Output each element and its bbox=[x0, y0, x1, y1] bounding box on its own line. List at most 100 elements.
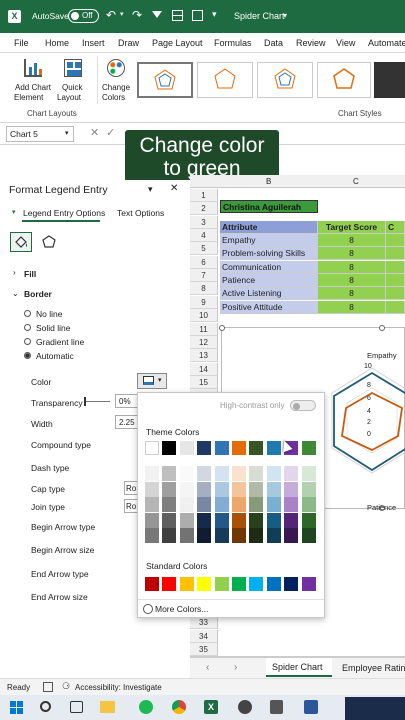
theme-swatch[interactable] bbox=[266, 441, 281, 455]
fill-section-label[interactable]: Fill bbox=[24, 269, 36, 279]
windows-start-icon[interactable] bbox=[10, 701, 23, 714]
theme-shade-swatch[interactable] bbox=[214, 497, 229, 512]
tab-file[interactable]: File bbox=[14, 38, 29, 48]
width-input[interactable]: 2.25 bbox=[115, 415, 139, 429]
cell-target-score[interactable]: 8 bbox=[318, 234, 386, 247]
change-colors-button[interactable]: Change Colors bbox=[97, 56, 133, 104]
pane-options-dropdown-icon[interactable]: ▾ bbox=[148, 184, 153, 195]
quick-layout-button[interactable]: Quick Layout bbox=[57, 56, 91, 104]
cell-attribute[interactable]: Positive Attitude bbox=[220, 300, 318, 314]
cell-extra[interactable] bbox=[386, 274, 405, 288]
cell-attribute[interactable]: Problem-solving Skills bbox=[220, 247, 318, 261]
row-header[interactable]: 12 bbox=[190, 335, 218, 349]
table-icon[interactable] bbox=[172, 10, 183, 21]
row-header[interactable]: 4 bbox=[190, 229, 218, 243]
row-header[interactable]: 3 bbox=[190, 215, 218, 229]
cell-target-score[interactable]: 8 bbox=[318, 260, 386, 274]
standard-swatch[interactable] bbox=[232, 577, 246, 591]
col-header-c[interactable]: C bbox=[353, 177, 359, 186]
border-section-label[interactable]: Border bbox=[24, 289, 52, 299]
theme-shade-swatch[interactable] bbox=[301, 528, 316, 543]
tab-formulas[interactable]: Formulas bbox=[214, 38, 252, 48]
theme-shade-swatch[interactable] bbox=[249, 528, 264, 543]
theme-swatch[interactable] bbox=[232, 441, 246, 455]
undo-icon[interactable]: ↶ bbox=[106, 8, 116, 22]
radio-gradient-line[interactable] bbox=[24, 338, 31, 345]
row-header[interactable]: 2 bbox=[190, 202, 218, 216]
chart-style-1[interactable] bbox=[137, 62, 193, 98]
standard-swatch[interactable] bbox=[284, 577, 299, 591]
theme-shade-swatch[interactable] bbox=[145, 512, 159, 528]
standard-swatch[interactable] bbox=[162, 577, 177, 591]
grid-icon[interactable] bbox=[192, 10, 203, 21]
theme-shade-swatch[interactable] bbox=[232, 528, 246, 543]
theme-shade-swatch[interactable] bbox=[197, 497, 212, 512]
tab-review[interactable]: Review bbox=[296, 38, 326, 48]
theme-shade-swatch[interactable] bbox=[249, 497, 264, 512]
radio-automatic[interactable] bbox=[24, 352, 31, 359]
row-header[interactable]: 14 bbox=[190, 362, 218, 376]
tab-draw[interactable]: Draw bbox=[118, 38, 139, 48]
cell-extra[interactable] bbox=[386, 287, 405, 301]
theme-shade-swatch[interactable] bbox=[266, 466, 281, 481]
theme-swatch[interactable] bbox=[145, 441, 159, 455]
theme-swatch[interactable] bbox=[162, 441, 177, 455]
row-header[interactable]: 7 bbox=[190, 269, 218, 283]
theme-shade-swatch[interactable] bbox=[214, 512, 229, 528]
excel-taskbar-icon[interactable]: X bbox=[204, 700, 218, 714]
spotify-icon[interactable] bbox=[139, 700, 153, 714]
cell-target-score[interactable]: 8 bbox=[318, 247, 386, 261]
fill-line-icon[interactable] bbox=[10, 232, 32, 252]
app-icon[interactable] bbox=[238, 700, 252, 714]
theme-shade-swatch[interactable] bbox=[162, 497, 177, 512]
name-box-dropdown-icon[interactable]: ▾ bbox=[65, 129, 69, 137]
theme-shade-swatch[interactable] bbox=[179, 481, 194, 497]
theme-swatch[interactable] bbox=[214, 441, 229, 455]
theme-shade-swatch[interactable] bbox=[145, 528, 159, 543]
sheet-prev-icon[interactable]: ‹ bbox=[206, 662, 209, 673]
calculator-icon[interactable] bbox=[270, 700, 283, 714]
radio-no-line[interactable] bbox=[24, 310, 31, 317]
outline-color-button[interactable]: ▾ bbox=[137, 373, 167, 389]
macro-record-icon[interactable] bbox=[43, 682, 53, 692]
standard-swatch[interactable] bbox=[179, 577, 194, 591]
chart-style-4[interactable] bbox=[317, 62, 371, 98]
theme-shade-swatch[interactable] bbox=[301, 481, 316, 497]
accessibility-status[interactable]: Accessibility: Investigate bbox=[75, 683, 162, 692]
theme-shade-swatch[interactable] bbox=[162, 512, 177, 528]
chart-style-3[interactable] bbox=[257, 62, 313, 98]
row-header[interactable]: 8 bbox=[190, 282, 218, 296]
theme-shade-swatch[interactable] bbox=[249, 481, 264, 497]
cell-target-score[interactable]: 8 bbox=[318, 274, 386, 288]
theme-shade-swatch[interactable] bbox=[162, 481, 177, 497]
theme-shade-swatch[interactable] bbox=[232, 512, 246, 528]
row-header[interactable]: 6 bbox=[190, 255, 218, 269]
cell-name[interactable]: Christina Aguilerah bbox=[220, 200, 318, 213]
theme-swatch[interactable] bbox=[249, 441, 264, 455]
theme-shade-swatch[interactable] bbox=[162, 466, 177, 481]
cell-extra[interactable] bbox=[386, 234, 405, 247]
tab-insert[interactable]: Insert bbox=[82, 38, 105, 48]
theme-shade-swatch[interactable] bbox=[214, 481, 229, 497]
row-header[interactable]: 10 bbox=[190, 309, 218, 323]
standard-swatch[interactable] bbox=[214, 577, 229, 591]
sheet-tab-employee-rating[interactable]: Employee Ratin bbox=[342, 663, 405, 673]
cap-type-select[interactable]: Ro bbox=[124, 481, 138, 495]
fill-expand-icon[interactable]: › bbox=[13, 268, 16, 277]
slider-thumb[interactable] bbox=[84, 397, 86, 406]
row-header[interactable]: 9 bbox=[190, 295, 218, 309]
cell-extra[interactable] bbox=[386, 300, 405, 314]
theme-shade-swatch[interactable] bbox=[266, 528, 281, 543]
cell-extra-header[interactable]: C bbox=[386, 221, 405, 234]
col-header-b[interactable]: B bbox=[266, 177, 271, 186]
cell-extra[interactable] bbox=[386, 260, 405, 274]
theme-shade-swatch[interactable] bbox=[179, 512, 194, 528]
theme-shade-swatch[interactable] bbox=[145, 497, 159, 512]
sheet-next-icon[interactable]: › bbox=[234, 662, 237, 673]
theme-shade-swatch[interactable] bbox=[249, 512, 264, 528]
cell-attribute[interactable]: Patience bbox=[220, 274, 318, 288]
theme-shade-swatch[interactable] bbox=[301, 497, 316, 512]
powerpoint-icon[interactable] bbox=[304, 700, 318, 714]
enter-icon[interactable]: ✓ bbox=[106, 126, 115, 139]
sheet-tab-spider-chart[interactable]: Spider Chart bbox=[266, 658, 332, 677]
